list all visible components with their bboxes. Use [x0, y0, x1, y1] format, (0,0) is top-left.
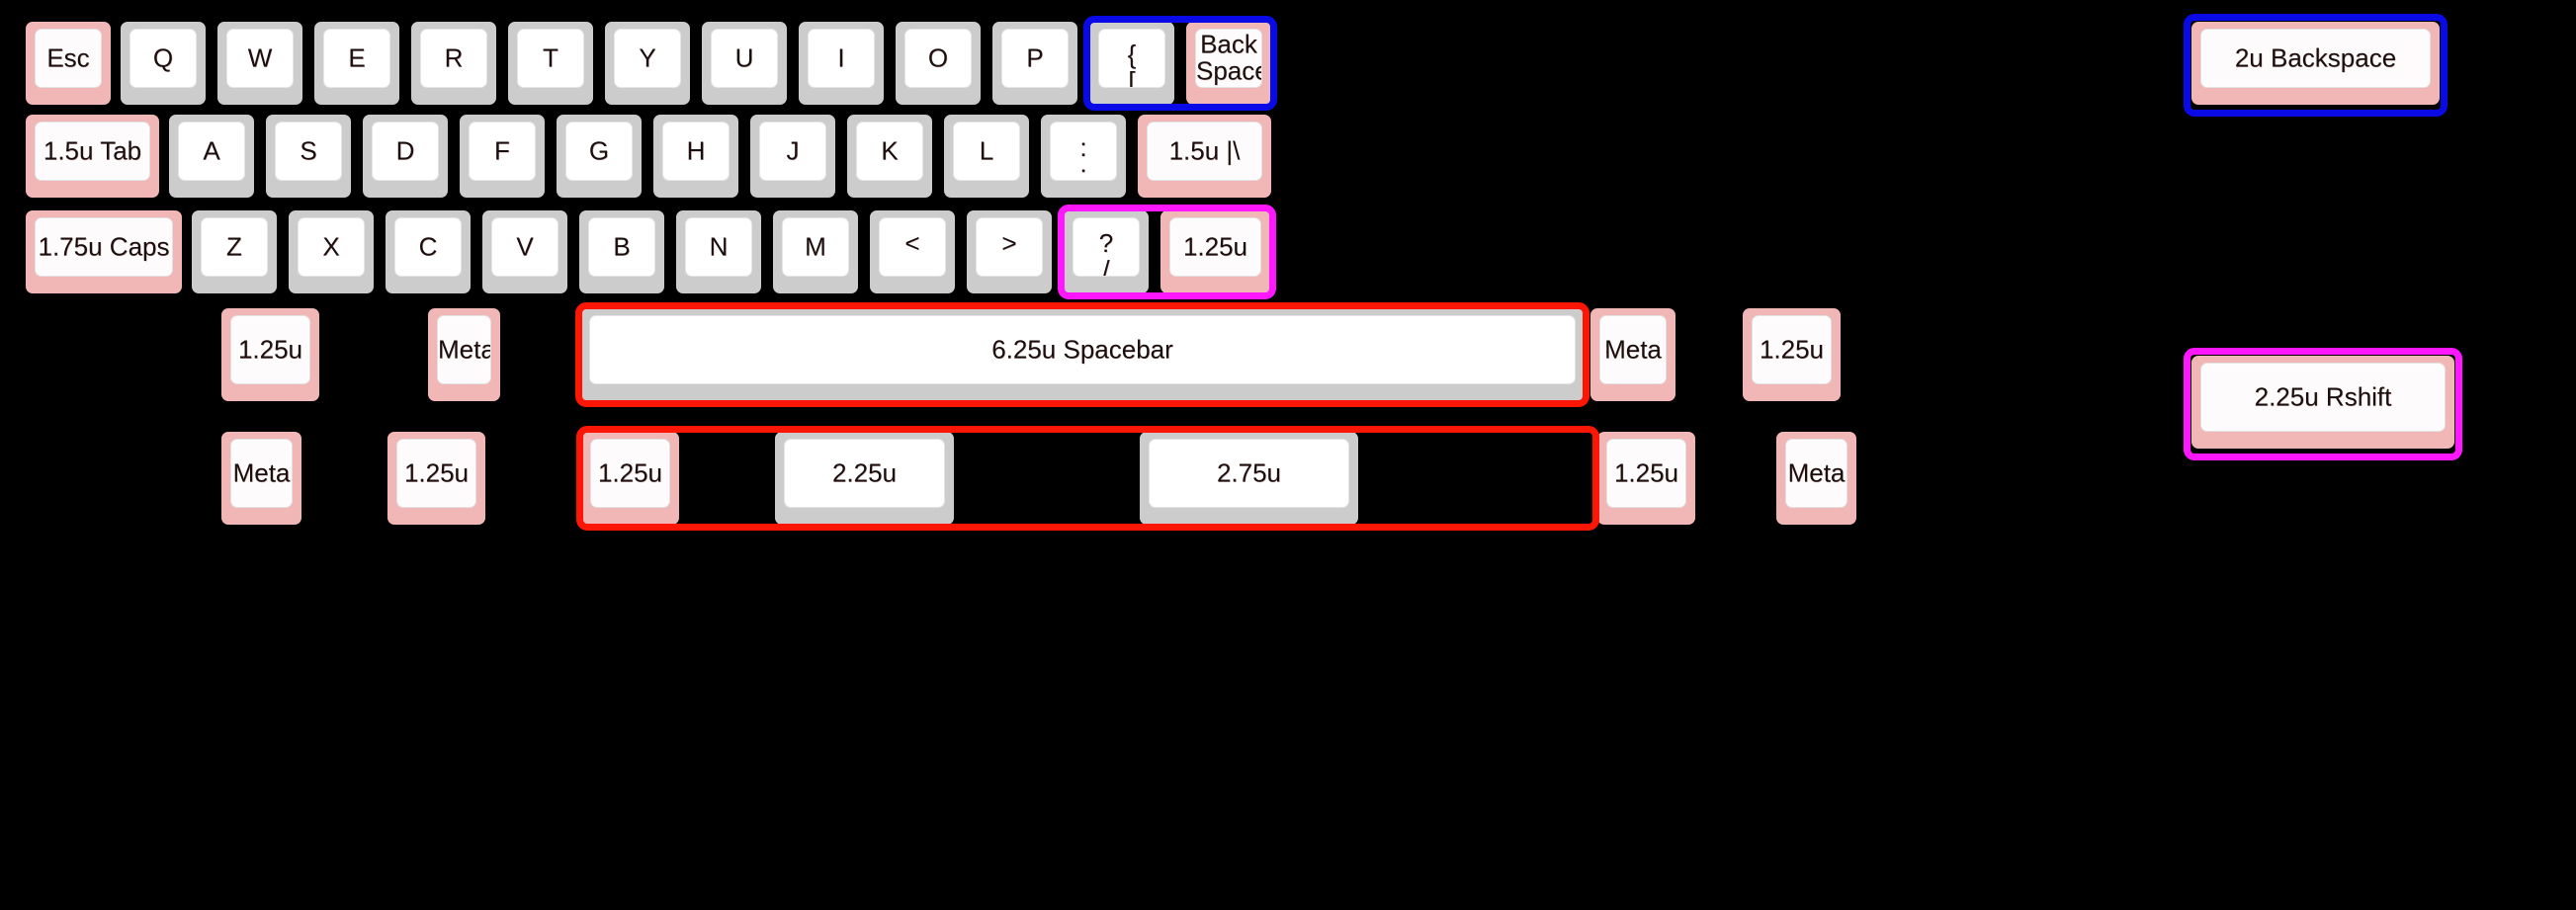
key-meta[interactable]: Meta — [219, 430, 303, 527]
keycap-top: 1.25u — [590, 439, 670, 508]
key-2-25u[interactable]: 2.25u — [773, 430, 956, 527]
keycap-top: Meta — [1785, 439, 1847, 508]
keycap-top: 2u Backspace — [2200, 29, 2431, 88]
key-1-25u[interactable]: 1.25u — [579, 430, 681, 527]
keycap-legend: 1.25u — [1613, 457, 1679, 488]
keycap-legend: 2.25u — [831, 457, 898, 488]
keycap-legend: 2.25u Rshift — [2254, 381, 2392, 412]
2u-backspace[interactable]: 2u Backspace — [2190, 20, 2442, 107]
keycap-legend: 2u Backspace — [2234, 42, 2397, 73]
keycap-top: Meta — [230, 439, 293, 508]
keycap-top: 2.25u — [784, 439, 945, 508]
key-1-25u[interactable]: 1.25u — [386, 430, 487, 527]
keyboard-layout-canvas: Esc Q W E R T Y U I O P{[Back Space 1.5u Tab A S D F G H J… — [0, 0, 2576, 910]
keycap-top: 1.25u — [1606, 439, 1686, 508]
keycap-top: 2.75u — [1149, 439, 1349, 508]
keycap-legend: Meta — [1787, 457, 1846, 488]
key-meta[interactable]: Meta — [1774, 430, 1858, 527]
row-5-mod: Meta 1.25u 1.25u 2.25u 2.75u 1.25u Meta — [0, 0, 2576, 910]
keycap-top: 1.25u — [396, 439, 476, 508]
keycap-top: 2.25u Rshift — [2200, 363, 2446, 432]
key-1-25u[interactable]: 1.25u — [1595, 430, 1697, 527]
keycap-legend: 1.25u — [597, 457, 663, 488]
keycap-legend: 1.25u — [403, 457, 470, 488]
key-2-75u[interactable]: 2.75u — [1138, 430, 1360, 527]
keycap-legend: 2.75u — [1216, 457, 1282, 488]
keycap-legend: Meta — [232, 457, 291, 488]
2-25u-rshift[interactable]: 2.25u Rshift — [2190, 354, 2456, 451]
